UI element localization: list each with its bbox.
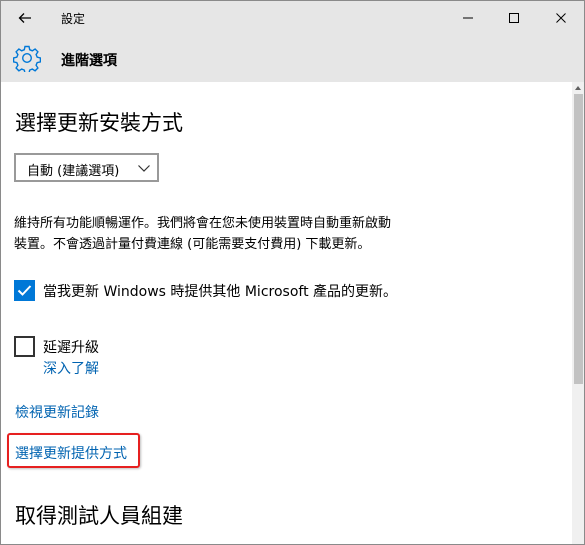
install-method-heading: 選擇更新安裝方式 xyxy=(15,111,183,135)
page-title: 進階選項 xyxy=(61,53,117,69)
chevron-down-icon xyxy=(138,165,150,172)
description-line: 裝置。不會透過計量付費連線 (可能需要支付費用) 下載更新。 xyxy=(14,237,371,252)
scrollbar-thumb[interactable] xyxy=(574,94,583,384)
description-line: 維持所有功能順暢運作。我們將會在您未使用裝置時自動重新啟動 xyxy=(14,216,392,231)
learn-more-link[interactable]: 深入了解 xyxy=(43,358,99,378)
maximize-icon xyxy=(509,13,519,23)
other-products-label: 當我更新 Windows 時提供其他 Microsoft 產品的更新。 xyxy=(43,283,398,300)
close-button[interactable] xyxy=(538,1,584,35)
window-title: 設定 xyxy=(61,12,86,26)
install-mode-dropdown[interactable]: 自動 (建議選項) xyxy=(14,153,159,182)
defer-upgrades-option[interactable]: 延遲升級 xyxy=(14,336,99,357)
main-content: 選擇更新安裝方式 自動 (建議選項) 維持所有功能順暢運作。我們將會在您未使用裝… xyxy=(1,82,572,544)
install-mode-value: 自動 (建議選項) xyxy=(27,164,120,179)
title-bar: 設定 xyxy=(1,1,584,35)
minimize-button[interactable] xyxy=(445,1,491,35)
page-header: 進階選項 xyxy=(1,35,584,82)
minimize-icon xyxy=(463,17,473,19)
defer-upgrades-checkbox[interactable] xyxy=(14,336,35,357)
gear-icon xyxy=(13,45,41,72)
checkmark-icon xyxy=(17,285,32,296)
insider-builds-heading: 取得測試人員組建 xyxy=(15,504,183,528)
arrow-left-icon xyxy=(18,13,31,23)
settings-window: 設定 進階選項 選擇更新安裝方式 自動 (建議選項) 維持所有功能順暢運作。我們… xyxy=(0,0,585,545)
close-icon xyxy=(556,13,566,23)
vertical-scrollbar[interactable] xyxy=(572,82,584,544)
maximize-button[interactable] xyxy=(491,1,537,35)
scroll-up-icon[interactable] xyxy=(574,84,582,92)
install-description: 維持所有功能順暢運作。我們將會在您未使用裝置時自動重新啟動 裝置。不會透過計量付… xyxy=(14,213,464,255)
view-update-history-link[interactable]: 檢視更新記錄 xyxy=(15,402,99,422)
back-button[interactable] xyxy=(1,1,49,35)
choose-update-delivery-link[interactable]: 選擇更新提供方式 xyxy=(15,443,127,463)
other-products-option[interactable]: 當我更新 Windows 時提供其他 Microsoft 產品的更新。 xyxy=(14,280,397,301)
defer-upgrades-label: 延遲升級 xyxy=(43,339,99,356)
other-products-checkbox[interactable] xyxy=(14,280,35,301)
